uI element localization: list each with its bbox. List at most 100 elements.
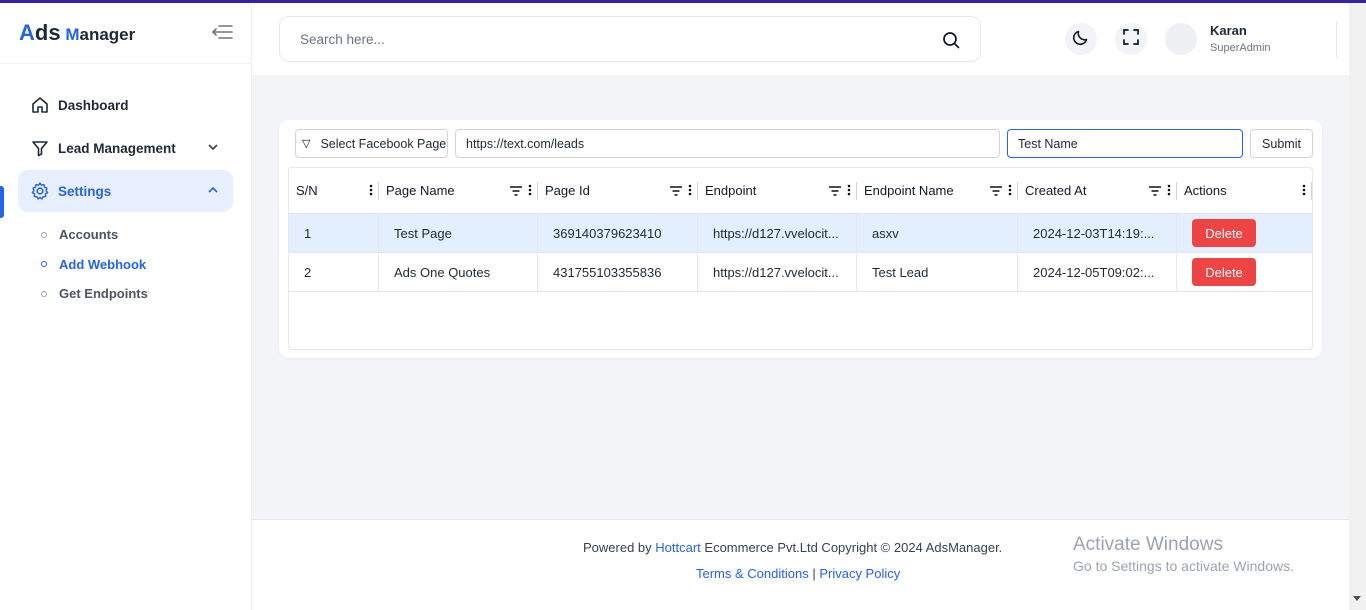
subnav-label: Accounts [59, 227, 119, 243]
filter-lines-icon[interactable] [829, 184, 841, 199]
privacy-link[interactable]: Privacy Policy [819, 566, 900, 581]
column-header-sn[interactable]: S/N [289, 168, 379, 213]
column-header-created-at[interactable]: Created At [1018, 168, 1177, 213]
cell-page-id: 431755103355836 [538, 253, 698, 291]
column-header-page-id[interactable]: Page Id [538, 168, 698, 213]
dark-mode-toggle[interactable] [1065, 23, 1097, 55]
column-header-endpoint[interactable]: Endpoint [698, 168, 857, 213]
avatar[interactable] [1165, 23, 1197, 55]
filter-lines-icon[interactable] [990, 184, 1002, 199]
filter-lines-icon[interactable] [670, 184, 682, 199]
gear-icon [30, 181, 50, 201]
subnav-item-add-webhook[interactable]: Add Webhook [40, 250, 233, 280]
active-indicator [0, 186, 4, 218]
filter-lines-icon[interactable] [510, 184, 522, 199]
page-footer: Powered by Hottcart Ecommerce Pvt.Ltd Co… [252, 519, 1349, 610]
powered-prefix: Powered by [583, 540, 656, 555]
bullet-icon [41, 231, 47, 238]
column-menu-icon[interactable] [688, 184, 692, 199]
cell-page-name: Test Page [379, 214, 538, 252]
bullet-icon [41, 261, 47, 268]
cell-actions: Delete [1177, 253, 1312, 291]
sidebar-item-label: Settings [58, 183, 112, 199]
column-title: Page Id [545, 183, 590, 198]
sidebar-item-label: Lead Management [58, 140, 176, 156]
endpoint-name-input[interactable] [1008, 130, 1242, 157]
column-menu-icon[interactable] [1167, 184, 1171, 199]
column-menu-icon[interactable] [528, 184, 532, 199]
sidebar: Ads Manager Dashboard Lead Management Se… [0, 3, 252, 610]
select-label: Select Facebook Page [320, 136, 447, 151]
webhook-card: ▽ Select Facebook Page Submit S/N Page N… [279, 120, 1322, 358]
logo-letter-m: M [65, 25, 80, 44]
cell-sn: 1 [289, 214, 379, 252]
terms-link[interactable]: Terms & Conditions [696, 566, 809, 581]
column-title: Page Name [386, 183, 455, 198]
search-icon[interactable] [942, 31, 960, 49]
cell-created-at: 2024-12-03T14:19:... [1018, 214, 1177, 252]
sidebar-item-settings[interactable]: Settings [18, 170, 233, 212]
logo-letter-a: A [19, 20, 35, 45]
column-menu-icon[interactable] [369, 184, 373, 196]
table-row[interactable]: 1 Test Page 369140379623410 https://d127… [289, 214, 1312, 253]
subnav-item-accounts[interactable]: Accounts [40, 220, 233, 250]
header-divider [1336, 21, 1337, 57]
column-menu-icon[interactable] [847, 184, 851, 199]
watermark-title: Activate Windows [1073, 534, 1223, 555]
delete-button[interactable]: Delete [1192, 258, 1256, 286]
subnav-item-get-endpoints[interactable]: Get Endpoints [40, 279, 233, 309]
table-row[interactable]: 2 Ads One Quotes 431755103355836 https:/… [289, 253, 1312, 292]
column-title: S/N [296, 183, 318, 198]
windows-activation-watermark: Activate Windows Go to Settings to activ… [1073, 534, 1294, 574]
column-title: Endpoint [705, 183, 757, 198]
endpoint-url-input[interactable] [456, 130, 999, 157]
company-link[interactable]: Hottcart [655, 540, 701, 555]
column-menu-icon[interactable] [1008, 184, 1012, 199]
bullet-icon [41, 290, 47, 297]
cell-endpoint: https://d127.vvelocit... [698, 214, 857, 252]
chevron-up-icon [207, 184, 219, 196]
subnav-label: Get Endpoints [59, 286, 148, 302]
submit-button[interactable]: Submit [1250, 129, 1313, 158]
app-logo[interactable]: Ads Manager [19, 20, 135, 46]
search-box [279, 16, 981, 62]
chevron-down-icon [207, 141, 219, 153]
endpoint-name-field [1007, 129, 1243, 158]
sidebar-item-lead-management[interactable]: Lead Management [18, 127, 233, 169]
brand-header: Ads Manager [0, 3, 251, 64]
link-separator: | [808, 566, 820, 581]
cell-sn: 2 [289, 253, 379, 291]
vertical-scrollbar[interactable] [1349, 3, 1366, 610]
cell-actions: Delete [1177, 214, 1312, 252]
filter-lines-icon[interactable] [1149, 184, 1161, 199]
cell-endpoint: https://d127.vvelocit... [698, 253, 857, 291]
sidebar-item-dashboard[interactable]: Dashboard [18, 84, 233, 126]
user-role: SuperAdmin [1210, 42, 1271, 54]
column-title: Actions [1184, 183, 1227, 198]
column-menu-icon[interactable] [1302, 184, 1306, 196]
column-header-endpoint-name[interactable]: Endpoint Name [857, 168, 1018, 213]
collapse-sidebar-icon[interactable] [211, 23, 233, 41]
logo-ds: ds [34, 20, 61, 45]
cell-page-id: 369140379623410 [538, 214, 698, 252]
settings-subnav: Accounts Add Webhook Get Endpoints [18, 220, 233, 309]
footer-links: Terms & Conditions | Privacy Policy [696, 566, 900, 581]
cell-created-at: 2024-12-05T09:02:... [1018, 253, 1177, 291]
webhook-table: S/N Page Name Page Id Endpoint Endpoint [288, 167, 1313, 350]
logo-anager: anager [79, 25, 136, 44]
watermark-subtitle: Go to Settings to activate Windows. [1073, 558, 1294, 574]
facebook-page-select[interactable]: ▽ Select Facebook Page [295, 129, 448, 158]
filter-icon [30, 138, 50, 158]
delete-button[interactable]: Delete [1192, 219, 1256, 247]
copyright-text: Powered by Hottcart Ecommerce Pvt.Ltd Co… [583, 540, 1002, 555]
dropdown-triangle-icon: ▽ [302, 138, 311, 150]
sidebar-nav: Dashboard Lead Management Settings Accou… [0, 64, 251, 309]
fullscreen-button[interactable] [1115, 23, 1147, 55]
column-header-page-name[interactable]: Page Name [379, 168, 538, 213]
top-header: Karan SuperAdmin [252, 3, 1349, 75]
cell-endpoint-name: asxv [857, 214, 1018, 252]
column-separator[interactable] [1311, 182, 1312, 200]
search-input[interactable] [280, 17, 900, 61]
column-header-actions[interactable]: Actions [1177, 168, 1312, 213]
scroll-down-arrow-icon[interactable] [1353, 596, 1361, 601]
